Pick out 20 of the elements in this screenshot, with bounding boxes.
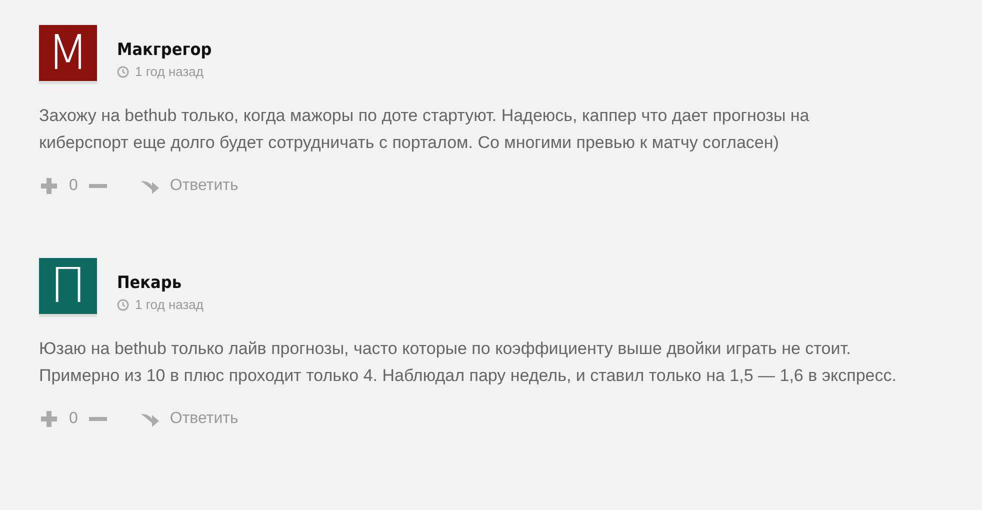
upvote-button[interactable] bbox=[39, 176, 59, 196]
minus-icon[interactable] bbox=[88, 184, 108, 188]
clock-icon bbox=[117, 298, 129, 310]
upvote-button[interactable] bbox=[39, 409, 59, 429]
reply-arrow-icon[interactable] bbox=[140, 178, 160, 194]
author-name: Пекарь bbox=[117, 273, 182, 293]
comment-time: 1 год назад bbox=[135, 64, 204, 79]
reply-arrow-icon[interactable] bbox=[140, 411, 160, 427]
reply-button[interactable]: Ответить bbox=[140, 177, 238, 195]
avatar: П bbox=[39, 258, 97, 317]
comment-text: Юзаю на bethub только лайв прогнозы, часто которые по коэффициенту выше двойки играть не стоит. Примерно из 10 в плюс проходит только 4. Наблюдал пару недель, и ставил только на 1,5 — 1,6 в экспресс. bbox=[39, 338, 898, 387]
reply-button[interactable]: Ответить bbox=[140, 410, 238, 428]
vote-count: 0 bbox=[69, 410, 78, 428]
avatar: М bbox=[39, 25, 97, 84]
clock-icon bbox=[117, 66, 129, 78]
comment-time: 1 год назад bbox=[135, 297, 204, 312]
vote-count: 0 bbox=[69, 177, 78, 195]
minus-icon[interactable] bbox=[88, 417, 108, 421]
author-name: Макгрегор bbox=[117, 40, 212, 60]
comment-text: Захожу на bethub только, когда мажоры по доте стартуют. Надеюсь, каппер что дает прогнозы на киберспорт еще долго будет сотрудничать с порталом. Со многими превью к матчу согласен) bbox=[39, 105, 810, 154]
